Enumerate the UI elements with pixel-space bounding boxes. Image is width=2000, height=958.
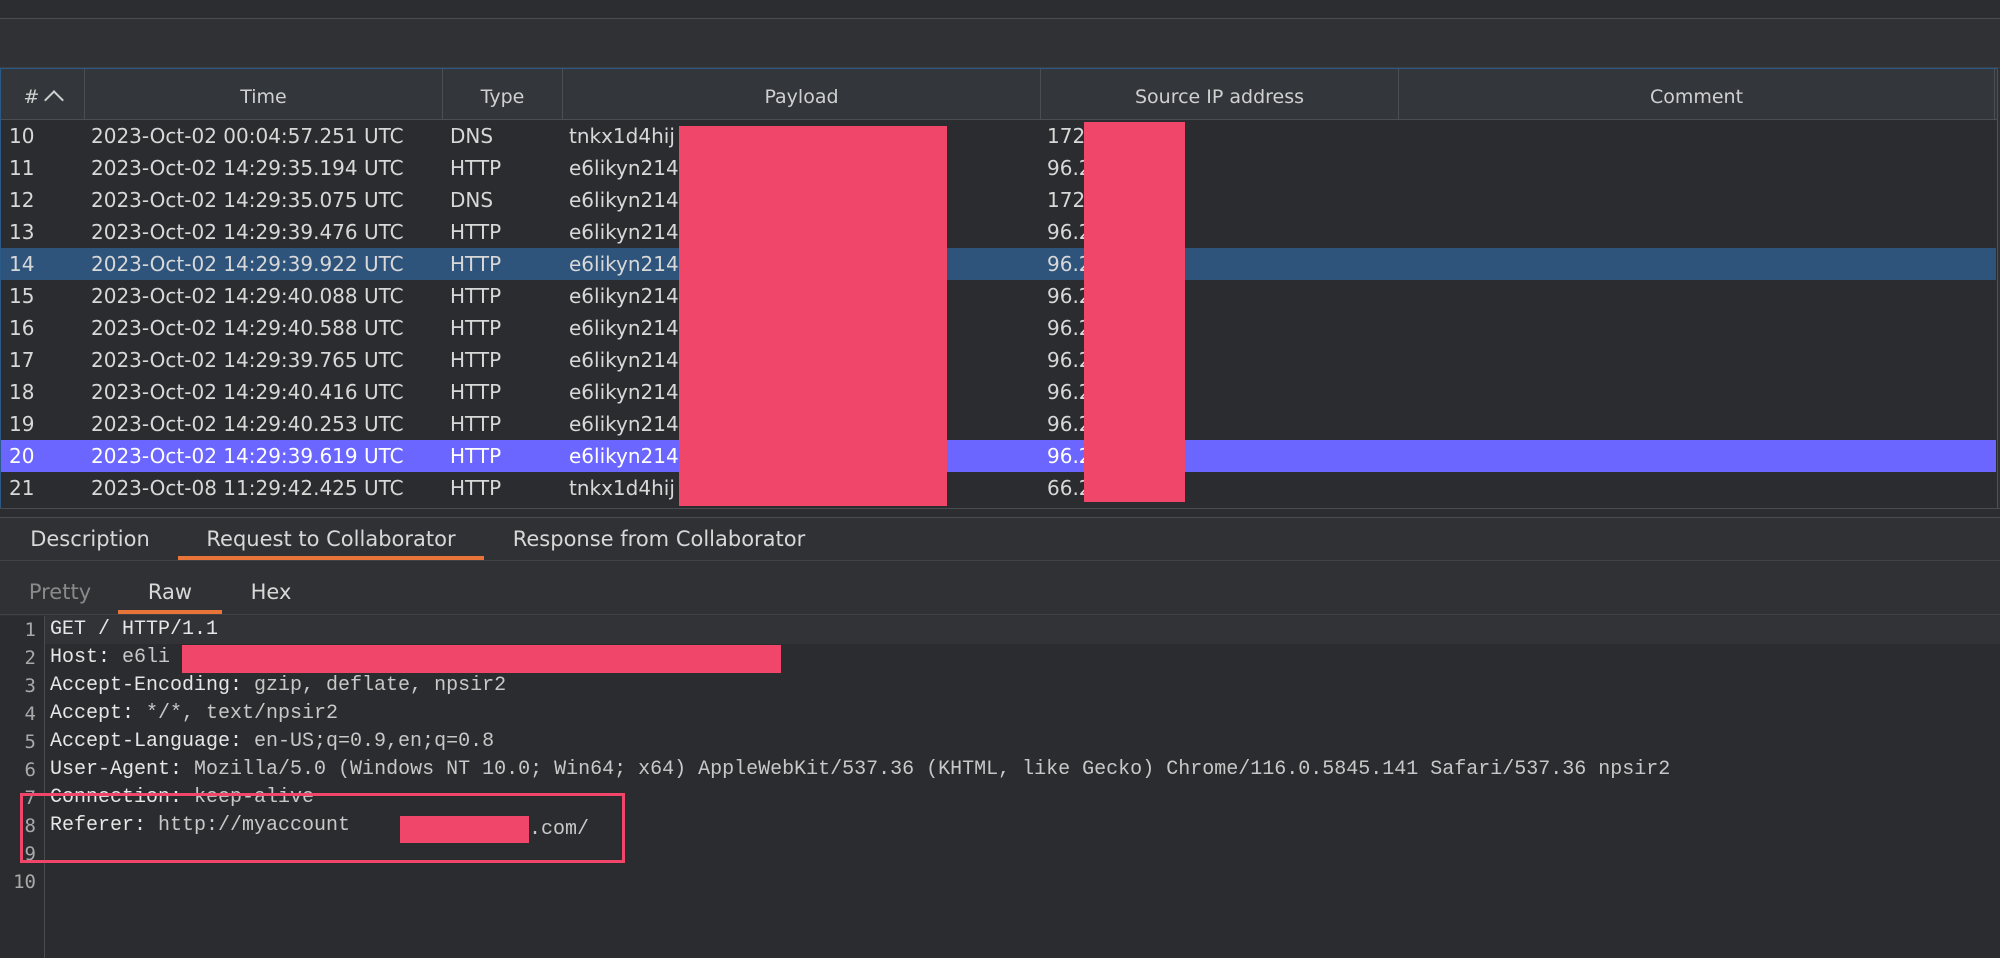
cell-type: HTTP xyxy=(450,316,502,340)
cell-type: HTTP xyxy=(450,156,502,180)
header-value: Mozilla/5.0 (Windows NT 10.0; Win64; x64… xyxy=(182,758,1671,781)
cell-time: 2023-Oct-02 14:29:40.088 UTC xyxy=(91,284,404,308)
table-row[interactable]: 15 2023-Oct-02 14:29:40.088 UTC HTTP e6liky… xyxy=(1,280,1996,312)
tab-raw[interactable]: Raw xyxy=(118,570,222,614)
cell-type: HTTP xyxy=(450,284,502,308)
column-header-source-ip[interactable]: Source IP address xyxy=(1041,69,1399,119)
interactions-table: # Time Type Payload Source IP address Co… xyxy=(0,68,1998,510)
annotation-highlight-box xyxy=(20,793,625,863)
cell-time: 2023-Oct-02 14:29:39.922 UTC xyxy=(91,252,404,276)
code-line: User-Agent: Mozilla/5.0 (Windows NT 10.0… xyxy=(50,756,1670,784)
header-name: Accept-Encoding: xyxy=(50,674,243,697)
cell-time: 2023-Oct-02 14:29:39.619 UTC xyxy=(91,444,404,468)
line-number: 6 xyxy=(24,759,36,781)
cell-number: 12 xyxy=(9,188,35,212)
code-line: Accept: */*, text/npsir2 xyxy=(50,700,338,728)
toolbar xyxy=(0,19,2000,68)
column-header-number[interactable]: # xyxy=(1,69,85,119)
tab-request-to-collaborator[interactable]: Request to Collaborator xyxy=(178,518,484,560)
cell-number: 15 xyxy=(9,284,35,308)
cell-time: 2023-Oct-08 11:29:42.425 UTC xyxy=(91,476,404,500)
table-row[interactable]: 20 2023-Oct-02 14:29:39.619 UTC HTTP e6liky… xyxy=(1,440,1996,472)
cell-number: 18 xyxy=(9,380,35,404)
cell-time: 2023-Oct-02 14:29:40.253 UTC xyxy=(91,412,404,436)
line-number: 10 xyxy=(13,871,36,893)
code-line: GET / HTTP/1.1 xyxy=(50,616,218,644)
code-line: Accept-Encoding: gzip, deflate, npsir2 xyxy=(50,672,506,700)
redaction-block-ip xyxy=(1084,122,1185,502)
tab-description[interactable]: Description xyxy=(14,518,166,560)
current-line-highlight xyxy=(44,616,2000,644)
header-name: Accept-Language: xyxy=(50,730,243,753)
table-row[interactable]: 21 2023-Oct-08 11:29:42.425 UTC HTTP tnkx1d… xyxy=(1,472,1996,504)
line-number: 1 xyxy=(24,619,36,641)
cell-number: 11 xyxy=(9,156,35,180)
table-row[interactable]: 10 2023-Oct-02 00:04:57.251 UTC DNS tnkx1d4… xyxy=(1,120,1996,152)
line-number: 2 xyxy=(24,647,36,669)
table-row[interactable]: 14 2023-Oct-02 14:29:39.922 UTC HTTP e6liky… xyxy=(1,248,1996,280)
cell-time: 2023-Oct-02 14:29:35.075 UTC xyxy=(91,188,404,212)
table-row[interactable]: 17 2023-Oct-02 14:29:39.765 UTC HTTP e6liky… xyxy=(1,344,1996,376)
header-value: gzip, deflate, npsir2 xyxy=(242,674,507,697)
table-row[interactable]: 19 2023-Oct-02 14:29:40.253 UTC HTTP e6liky… xyxy=(1,408,1996,440)
tab-response-from-collaborator[interactable]: Response from Collaborator xyxy=(502,518,816,560)
cell-number: 14 xyxy=(9,252,35,276)
cell-number: 16 xyxy=(9,316,35,340)
sort-ascending-icon xyxy=(44,90,65,110)
cell-time: 2023-Oct-02 14:29:40.416 UTC xyxy=(91,380,404,404)
cell-time: 2023-Oct-02 00:04:57.251 UTC xyxy=(91,124,404,148)
cell-type: HTTP xyxy=(450,380,502,404)
cell-type: HTTP xyxy=(450,220,502,244)
header-name: Host: xyxy=(50,646,111,669)
header-name: Accept: xyxy=(50,702,135,725)
cell-type: HTTP xyxy=(450,444,502,468)
cell-number: 17 xyxy=(9,348,35,372)
tab-pretty[interactable]: Pretty xyxy=(18,570,102,614)
line-number: 3 xyxy=(24,675,36,697)
cell-type: HTTP xyxy=(450,412,502,436)
cell-type: HTTP xyxy=(450,252,502,276)
cell-time: 2023-Oct-02 14:29:35.194 UTC xyxy=(91,156,404,180)
table-row[interactable]: 13 2023-Oct-02 14:29:39.476 UTC HTTP e6liky… xyxy=(1,216,1996,248)
header-value: en-US;q=0.9,en;q=0.8 xyxy=(242,730,495,753)
column-header-time[interactable]: Time xyxy=(85,69,443,119)
table-header: # Time Type Payload Source IP address Co… xyxy=(1,69,1997,120)
code-line: Accept-Language: en-US;q=0.9,en;q=0.8 xyxy=(50,728,494,756)
cell-time: 2023-Oct-02 14:29:40.588 UTC xyxy=(91,316,404,340)
column-header-type[interactable]: Type xyxy=(443,69,563,119)
top-bar xyxy=(0,0,2000,19)
redaction-block-host xyxy=(182,645,781,673)
cell-number: 19 xyxy=(9,412,35,436)
table-row[interactable]: 11 2023-Oct-02 14:29:35.194 UTC HTTP e6liky… xyxy=(1,152,1996,184)
column-header-comment[interactable]: Comment xyxy=(1399,69,1995,119)
pane-splitter[interactable] xyxy=(0,508,2000,518)
detail-tabs: Description Request to Collaborator Resp… xyxy=(0,518,2000,561)
cell-number: 13 xyxy=(9,220,35,244)
code-line: Host: e6li xyxy=(50,644,170,672)
table-row[interactable]: 12 2023-Oct-02 14:29:35.075 UTC DNS e6likyn… xyxy=(1,184,1996,216)
table-row[interactable]: 16 2023-Oct-02 14:29:40.588 UTC HTTP e6liky… xyxy=(1,312,1996,344)
cell-number: 21 xyxy=(9,476,35,500)
tab-hex[interactable]: Hex xyxy=(232,570,310,614)
redaction-block-payload xyxy=(679,126,947,506)
view-tabs: Pretty Raw Hex xyxy=(0,570,2000,615)
table-row[interactable]: 18 2023-Oct-02 14:29:40.416 UTC HTTP e6liky… xyxy=(1,376,1996,408)
line-number: 5 xyxy=(24,731,36,753)
column-header-payload[interactable]: Payload xyxy=(563,69,1041,119)
cell-time: 2023-Oct-02 14:29:39.765 UTC xyxy=(91,348,404,372)
header-name: GET / HTTP/1.1 xyxy=(50,618,219,641)
header-value: */*, text/npsir2 xyxy=(134,702,339,725)
cell-type: DNS xyxy=(450,124,494,148)
cell-type: DNS xyxy=(450,188,494,212)
header-name: User-Agent: xyxy=(50,758,183,781)
line-number: 4 xyxy=(24,703,36,725)
header-value: e6li xyxy=(110,646,171,669)
cell-time: 2023-Oct-02 14:29:39.476 UTC xyxy=(91,220,404,244)
cell-type: HTTP xyxy=(450,476,502,500)
cell-number: 20 xyxy=(9,444,35,468)
cell-type: HTTP xyxy=(450,348,502,372)
cell-number: 10 xyxy=(9,124,35,148)
